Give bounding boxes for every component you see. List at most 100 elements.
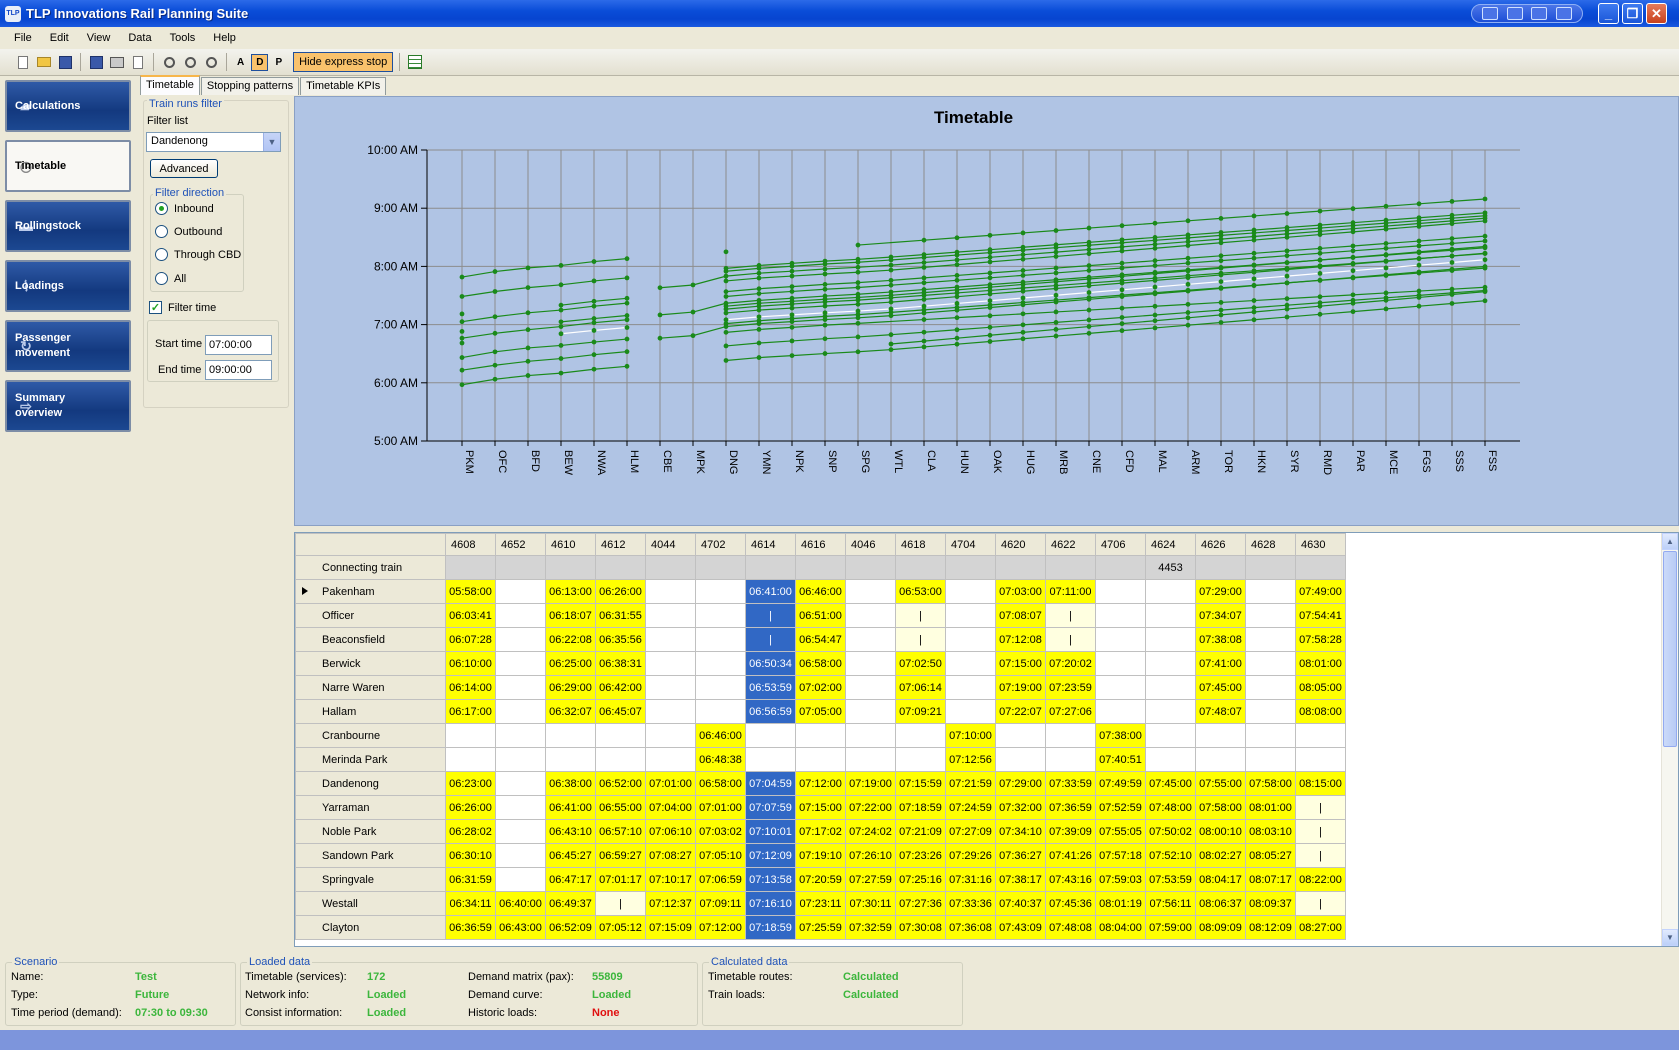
time-cell[interactable]: 07:45:00 [1195, 675, 1246, 700]
time-cell[interactable]: 06:28:02 [445, 819, 496, 844]
time-cell[interactable] [845, 723, 896, 748]
time-cell[interactable] [1145, 699, 1196, 724]
menu-data[interactable]: Data [120, 32, 161, 44]
time-cell[interactable]: 08:02:27 [1195, 843, 1246, 868]
time-cell[interactable]: 07:48:08 [1045, 915, 1096, 940]
connecting-cell[interactable] [1195, 555, 1246, 580]
menu-view[interactable]: View [79, 32, 121, 44]
time-cell[interactable]: 06:49:37 [545, 891, 596, 916]
time-cell[interactable]: 07:30:08 [895, 915, 946, 940]
time-cell[interactable]: 06:26:00 [595, 579, 646, 604]
time-cell[interactable] [445, 723, 496, 748]
time-cell[interactable] [695, 579, 746, 604]
time-cell[interactable]: 07:12:37 [645, 891, 696, 916]
time-cell[interactable]: 07:06:10 [645, 819, 696, 844]
time-cell[interactable]: 07:40:51 [1095, 747, 1146, 772]
time-cell[interactable]: 06:47:17 [545, 867, 596, 892]
time-cell[interactable]: 07:29:26 [945, 843, 996, 868]
time-cell[interactable] [1295, 723, 1346, 748]
time-cell[interactable] [945, 651, 996, 676]
time-cell[interactable]: 07:52:10 [1145, 843, 1196, 868]
time-cell[interactable]: 07:07:59 [745, 795, 796, 820]
time-cell[interactable] [645, 603, 696, 628]
time-cell[interactable] [1145, 579, 1196, 604]
save-all-icon[interactable] [87, 53, 105, 71]
train-column-header[interactable]: 4614 [745, 533, 796, 556]
time-cell[interactable]: 07:02:00 [795, 675, 846, 700]
time-cell[interactable] [1245, 675, 1296, 700]
time-cell[interactable]: 06:14:00 [445, 675, 496, 700]
time-cell[interactable]: 07:45:36 [1045, 891, 1096, 916]
minimize-button[interactable]: _ [1598, 3, 1619, 24]
time-cell[interactable]: 06:35:56 [595, 627, 646, 652]
time-cell[interactable] [495, 795, 546, 820]
time-cell[interactable] [695, 699, 746, 724]
row-header[interactable]: Beaconsfield [295, 627, 446, 652]
scroll-thumb[interactable] [1663, 551, 1677, 747]
time-cell[interactable]: 07:38:08 [1195, 627, 1246, 652]
time-cell[interactable]: 07:21:59 [945, 771, 996, 796]
time-cell[interactable]: 07:20:02 [1045, 651, 1096, 676]
time-cell[interactable] [845, 603, 896, 628]
time-cell[interactable] [1145, 603, 1196, 628]
row-header[interactable]: Berwick [295, 651, 446, 676]
time-cell[interactable] [495, 675, 546, 700]
time-cell[interactable]: 07:40:37 [995, 891, 1046, 916]
time-cell[interactable]: 06:30:10 [445, 843, 496, 868]
time-cell[interactable] [945, 627, 996, 652]
time-cell[interactable] [995, 747, 1046, 772]
tray-icon-4[interactable] [1555, 7, 1572, 20]
time-cell[interactable]: 06:58:00 [695, 771, 746, 796]
time-cell[interactable] [695, 675, 746, 700]
time-cell[interactable]: 07:45:00 [1145, 771, 1196, 796]
time-cell[interactable] [645, 747, 696, 772]
train-column-header[interactable]: 4628 [1245, 533, 1296, 556]
time-cell[interactable]: 08:22:00 [1295, 867, 1346, 892]
time-cell[interactable] [595, 723, 646, 748]
time-cell[interactable]: 07:56:11 [1145, 891, 1196, 916]
time-cell[interactable]: 07:22:07 [995, 699, 1046, 724]
time-cell[interactable]: 07:58:00 [1245, 771, 1296, 796]
filter-list-dropdown[interactable]: Dandenong ▼ [146, 132, 281, 152]
time-cell[interactable]: 07:36:08 [945, 915, 996, 940]
time-cell[interactable] [1045, 747, 1096, 772]
time-cell[interactable]: 08:01:00 [1245, 795, 1296, 820]
scroll-down-icon[interactable]: ▼ [1662, 929, 1678, 946]
time-cell[interactable] [695, 651, 746, 676]
zoom-out-icon[interactable] [202, 53, 220, 71]
time-cell[interactable] [845, 747, 896, 772]
time-cell[interactable] [1045, 723, 1096, 748]
time-cell[interactable] [545, 747, 596, 772]
time-cell[interactable] [745, 723, 796, 748]
time-cell[interactable]: 07:12:09 [745, 843, 796, 868]
time-cell[interactable]: 05:58:00 [445, 579, 496, 604]
time-cell[interactable]: 07:19:00 [995, 675, 1046, 700]
time-cell[interactable]: 06:41:00 [545, 795, 596, 820]
connecting-cell[interactable] [495, 555, 546, 580]
time-cell[interactable]: 07:32:00 [995, 795, 1046, 820]
time-cell[interactable]: 08:06:37 [1195, 891, 1246, 916]
print-icon[interactable] [108, 53, 126, 71]
time-cell[interactable]: | [1295, 795, 1346, 820]
time-cell[interactable]: 07:39:09 [1045, 819, 1096, 844]
time-cell[interactable] [1145, 627, 1196, 652]
time-cell[interactable] [945, 699, 996, 724]
tab-timetable[interactable]: Timetable [140, 75, 200, 95]
time-cell[interactable]: | [1045, 603, 1096, 628]
time-cell[interactable] [1245, 651, 1296, 676]
tab-timetable-kpis[interactable]: Timetable KPIs [300, 77, 387, 95]
time-cell[interactable]: 07:57:18 [1095, 843, 1146, 868]
row-header[interactable]: Westall [295, 891, 446, 916]
connecting-cell[interactable] [1295, 555, 1346, 580]
time-cell[interactable]: | [745, 627, 796, 652]
time-cell[interactable] [495, 651, 546, 676]
time-cell[interactable] [645, 699, 696, 724]
grid-vertical-scrollbar[interactable]: ▲ ▼ [1661, 533, 1678, 946]
time-cell[interactable]: 07:12:00 [695, 915, 746, 940]
time-cell[interactable]: 08:01:00 [1295, 651, 1346, 676]
time-cell[interactable]: 07:52:59 [1095, 795, 1146, 820]
time-cell[interactable]: 07:16:10 [745, 891, 796, 916]
time-cell[interactable] [1095, 651, 1146, 676]
time-cell[interactable] [645, 723, 696, 748]
row-header[interactable]: Cranbourne [295, 723, 446, 748]
